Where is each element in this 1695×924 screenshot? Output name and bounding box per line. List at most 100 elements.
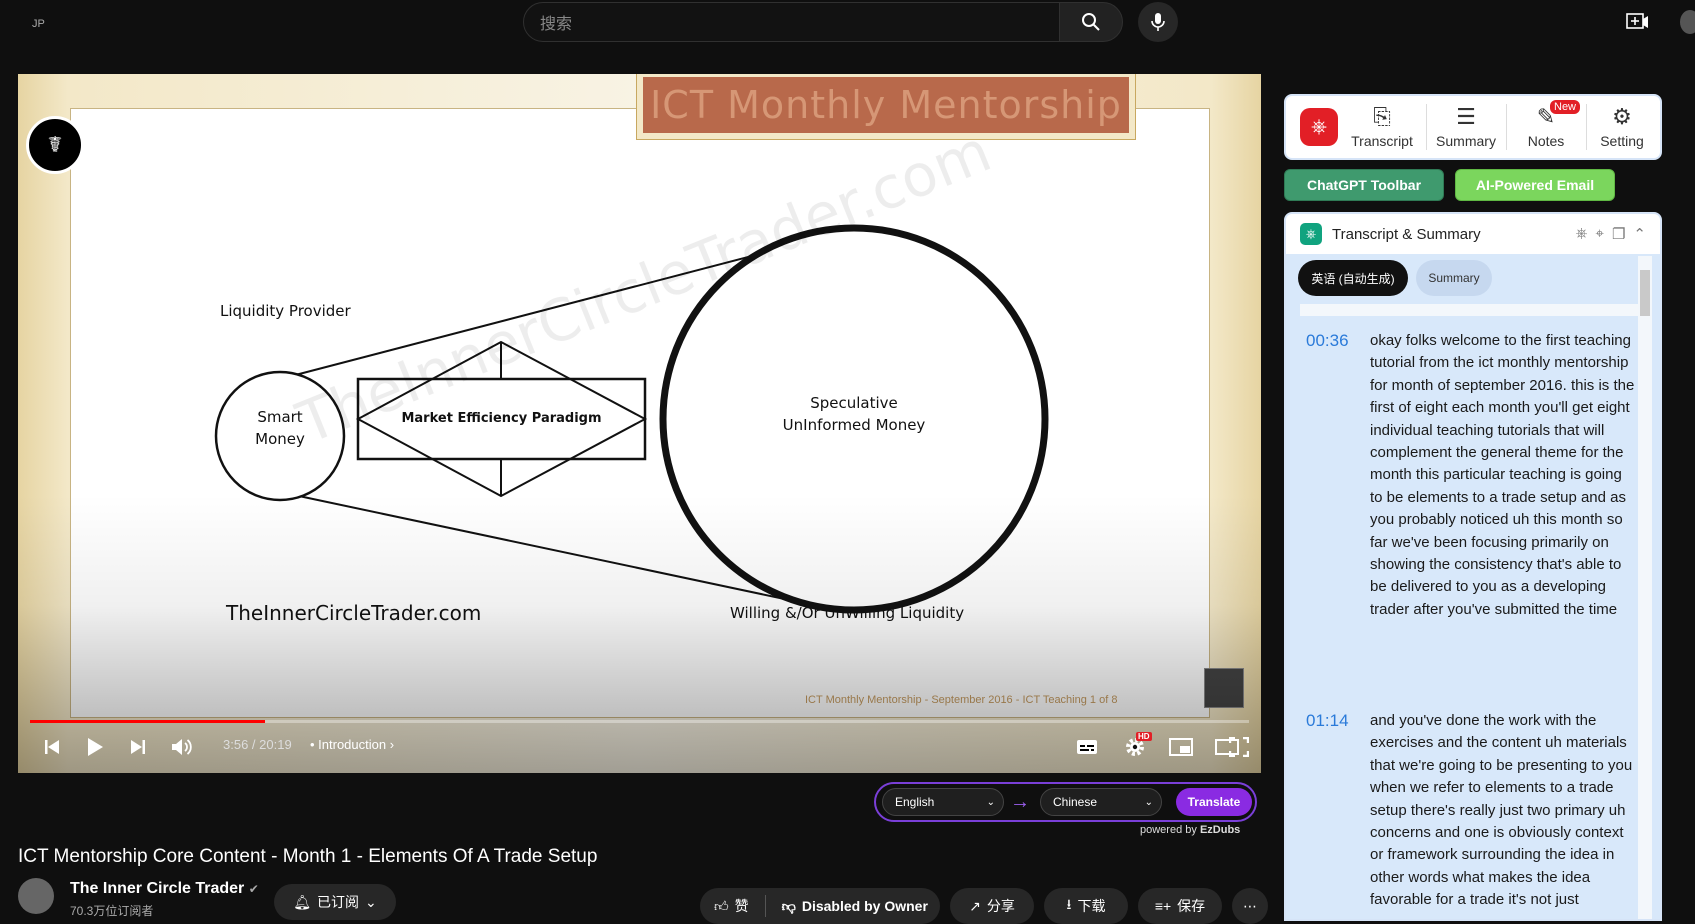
ai-email-button[interactable]: AI-Powered Email	[1455, 169, 1615, 201]
chevron-down-icon: ⌄	[1144, 796, 1153, 808]
like-label: 赞	[734, 898, 749, 914]
next-button[interactable]	[126, 736, 150, 758]
speculative-line2: UnInformed Money	[782, 416, 926, 434]
search-button[interactable]	[1059, 2, 1123, 42]
tab-transcript[interactable]: 英语 (自动生成)	[1298, 260, 1408, 296]
settings-button[interactable]: HD	[1122, 732, 1152, 760]
channel-name-text: The Inner Circle Trader	[70, 880, 245, 897]
speculative-label: Speculative UnInformed Money	[718, 392, 990, 436]
arrow-right-icon: →	[1010, 791, 1030, 813]
toolbar-transcript[interactable]: ⎘ Transcript	[1342, 98, 1422, 156]
create-video-icon	[1626, 13, 1648, 29]
share-button[interactable]: ↗ 分享	[950, 888, 1034, 924]
microphone-icon	[1151, 13, 1165, 31]
footer-credit: ICT Monthly Mentorship - September 2016 …	[805, 694, 1118, 706]
transcript-text: okay folks welcome to the first teaching…	[1370, 332, 1635, 618]
presenter-thumbnail	[1204, 668, 1244, 708]
divider	[764, 895, 766, 917]
translate-button[interactable]: Translate	[1176, 788, 1252, 816]
panel-title: Transcript & Summary	[1332, 225, 1481, 243]
copy-icon[interactable]: ❐	[1612, 225, 1625, 243]
previous-button[interactable]	[40, 736, 64, 758]
toolbar-setting-label: Setting	[1600, 133, 1644, 149]
site-label: TheInnerCircleTrader.com	[226, 601, 482, 625]
smart-money-line2: Money	[255, 430, 305, 448]
dislike-button[interactable]: 👎︎ Disabled by Owner	[782, 898, 928, 915]
play-button[interactable]	[82, 734, 108, 760]
subscriber-count: 70.3万位订阅者	[70, 904, 154, 918]
toolbar-setting[interactable]: ⚙ Setting	[1582, 98, 1662, 156]
smart-money-label: Smart Money	[243, 406, 317, 450]
fullscreen-button[interactable]	[1226, 736, 1252, 758]
play-icon	[88, 738, 103, 756]
chatgpt-icon: ⎈	[1300, 223, 1322, 245]
paradigm-label: Market Efficiency Paradigm	[401, 411, 602, 426]
openai-logo-icon[interactable]: ⎈	[1300, 108, 1338, 146]
volume-button[interactable]	[168, 734, 196, 760]
captions-button[interactable]	[1074, 736, 1100, 758]
share-icon: ↗	[969, 897, 981, 914]
next-icon	[131, 740, 145, 754]
hd-badge: HD	[1136, 732, 1152, 741]
save-button[interactable]: ≡+ 保存	[1138, 888, 1222, 924]
transcript-entry: 00:36 okay folks welcome to the first te…	[1306, 330, 1636, 621]
horizontal-scrollbar[interactable]	[1300, 304, 1640, 316]
liquidity-provider-label: Liquidity Provider	[220, 302, 351, 320]
openai-icon[interactable]: ⎈	[1576, 225, 1588, 243]
miniplayer-button[interactable]	[1168, 736, 1194, 758]
source-language-select[interactable]: English ⌄	[882, 788, 1004, 816]
thumbs-down-icon: 👎︎	[781, 897, 796, 914]
progress-fill	[30, 720, 266, 723]
channel-name[interactable]: The Inner Circle Trader ✔	[70, 880, 259, 898]
like-dislike-group: 👍︎ 赞 👎︎ Disabled by Owner	[700, 888, 940, 924]
powered-prefix: powered by	[1140, 824, 1200, 836]
list-icon: ☰	[1456, 104, 1476, 129]
progress-bar[interactable]	[30, 720, 1249, 723]
target-language-select[interactable]: Chinese ⌄	[1040, 788, 1162, 816]
tab-summary[interactable]: Summary	[1416, 260, 1492, 296]
speculative-line1: Speculative	[810, 394, 898, 412]
transcript-icon: ⎘	[1373, 104, 1391, 129]
gear-icon: ⚙	[1612, 104, 1632, 129]
transcript-entry: 01:14 and you've done the work with the …	[1306, 710, 1636, 912]
chapter-button[interactable]: • Introduction ›	[310, 737, 394, 752]
verified-icon: ✔	[248, 882, 259, 896]
transcript-header: ⎈ Transcript & Summary ⎈ ⌖ ❐ ⌃	[1286, 214, 1660, 254]
bell-icon: 🔔︎	[293, 893, 312, 910]
channel-avatar[interactable]	[18, 878, 54, 914]
toolbar-summary[interactable]: ☰ Summary	[1426, 98, 1506, 156]
previous-icon	[45, 740, 59, 754]
fullscreen-icon	[1229, 737, 1249, 757]
more-actions-button[interactable]: ⋯	[1232, 888, 1268, 924]
chevron-down-icon: ⌄	[365, 893, 377, 910]
vertical-scrollbar[interactable]	[1638, 256, 1652, 919]
powered-by: powered by EzDubs	[1140, 824, 1240, 836]
search-input[interactable]: 搜索	[523, 2, 1061, 42]
transcript-text: and you've done the work with the exerci…	[1370, 712, 1633, 909]
subscribed-label: 已订阅	[317, 894, 360, 910]
transcript-panel: ⎈ Transcript & Summary ⎈ ⌖ ❐ ⌃ 英语 (自动生成)…	[1284, 212, 1662, 921]
timestamp-link[interactable]: 01:14	[1306, 710, 1370, 912]
subtitles-icon	[1077, 740, 1097, 754]
crosshair-icon[interactable]: ⌖	[1596, 225, 1604, 243]
powered-brand[interactable]: EzDubs	[1200, 824, 1240, 836]
save-label: 保存	[1177, 898, 1206, 914]
willing-label: Willing &/Or UnWilling Liquidity	[730, 604, 965, 622]
timestamp-link[interactable]: 00:36	[1306, 330, 1370, 621]
volume-icon	[172, 739, 192, 755]
time-display: 3:56 / 20:19	[223, 737, 292, 752]
collapse-icon[interactable]: ⌃	[1633, 225, 1646, 243]
extension-toolbar: ⎈ ⎘ Transcript ☰ Summary ✎ Notes New ⚙ S…	[1284, 94, 1662, 160]
like-button[interactable]: 👍︎ 赞	[714, 896, 749, 916]
create-video-button[interactable]	[1626, 11, 1650, 33]
voice-search-button[interactable]	[1138, 2, 1178, 42]
account-avatar[interactable]	[1680, 10, 1695, 34]
download-button[interactable]: ⭳ 下载	[1044, 888, 1128, 924]
toolbar-transcript-label: Transcript	[1351, 133, 1413, 149]
download-label: 下载	[1077, 898, 1106, 914]
target-language-value: Chinese	[1053, 795, 1098, 809]
video-player[interactable]: ICT Monthly Mentorship ☤ TheInnerCircleT…	[18, 74, 1261, 773]
scrollbar-thumb[interactable]	[1640, 270, 1650, 316]
subscribed-button[interactable]: 🔔︎ 已订阅 ⌄	[274, 884, 396, 920]
chatgpt-toolbar-button[interactable]: ChatGPT Toolbar	[1284, 169, 1444, 201]
